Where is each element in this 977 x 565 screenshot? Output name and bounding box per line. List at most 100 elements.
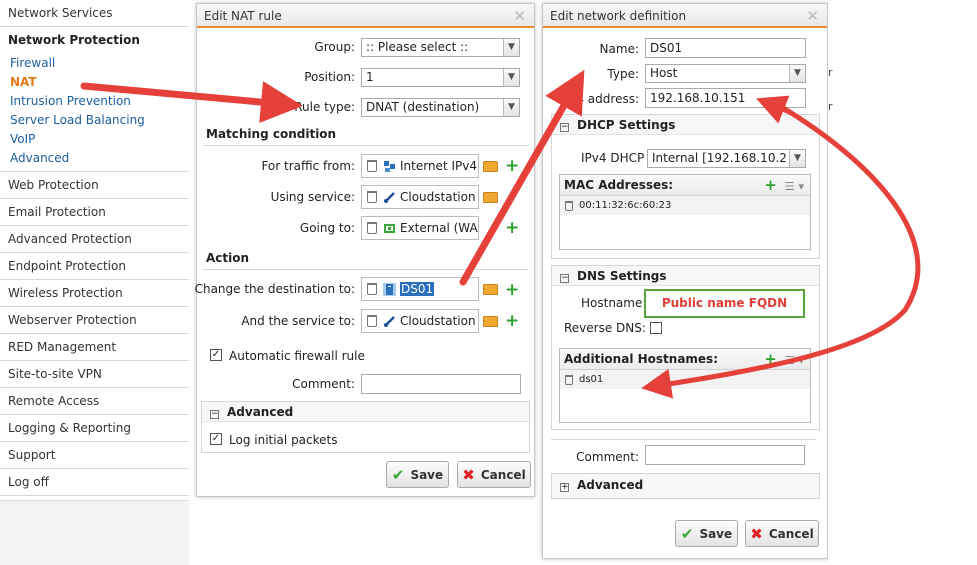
traffic-from-field[interactable]: Internet IPv4 [361, 154, 479, 178]
dns-settings-header[interactable]: − DNS Settings [552, 266, 819, 286]
trash-icon[interactable] [367, 283, 377, 295]
sidebar-subitem-nat[interactable]: NAT [0, 73, 189, 92]
add-icon[interactable]: + [505, 313, 519, 330]
sidebar-item-site-to-site-vpn[interactable]: Site-to-site VPN [0, 361, 189, 388]
list-options-icon[interactable]: ☰ ▾ [785, 354, 804, 367]
close-icon[interactable]: ✕ [513, 4, 526, 28]
sidebar-subitem-voip[interactable]: VoIP [0, 130, 189, 149]
sidebar-footer [0, 500, 189, 565]
sidebar-item-logging-reporting[interactable]: Logging & Reporting [0, 415, 189, 442]
auto-firewall-checkbox[interactable]: ✓ [210, 349, 222, 361]
ipv4-address-input[interactable]: 192.168.10.151 [645, 88, 806, 108]
additional-hostname-value: ds01 [579, 374, 604, 385]
cross-icon: ✖ [462, 465, 475, 484]
netdef-dialog-title-text: Edit network definition [550, 9, 687, 23]
advanced-panel-header[interactable]: − Advanced [202, 402, 529, 422]
sidebar-item-webserver-protection[interactable]: Webserver Protection [0, 307, 189, 334]
network-definition-dialog: Edit network definition ✕ Name: DS01 Typ… [542, 3, 828, 559]
cancel-button[interactable]: ✖ Cancel [457, 461, 531, 488]
save-button[interactable]: ✔ Save [386, 461, 449, 488]
expand-icon[interactable]: + [560, 483, 569, 492]
collapse-icon[interactable]: − [210, 410, 219, 419]
trash-icon[interactable] [367, 191, 377, 203]
sidebar-subitem-advanced[interactable]: Advanced [0, 149, 189, 168]
add-icon[interactable]: + [505, 282, 519, 299]
position-select-value: 1 [366, 70, 374, 84]
chevron-down-icon: ▼ [789, 150, 805, 167]
sidebar-subitem-intrusion-prevention[interactable]: Intrusion Prevention [0, 92, 189, 111]
hostname-label: Hostname: [581, 296, 647, 310]
trash-icon[interactable] [565, 200, 573, 211]
check-icon: ✔ [680, 524, 694, 543]
rule-type-label: Rule type: [294, 100, 355, 114]
add-icon[interactable]: + [505, 158, 519, 175]
add-icon[interactable]: + [764, 350, 777, 368]
trash-icon[interactable] [367, 222, 377, 234]
sidebar-item-endpoint-protection[interactable]: Endpoint Protection [0, 253, 189, 280]
change-destination-field[interactable]: DS01 [361, 277, 479, 301]
name-input[interactable]: DS01 [645, 38, 806, 58]
sidebar-item-red-management[interactable]: RED Management [0, 334, 189, 361]
type-select[interactable]: Host ▼ [645, 64, 806, 83]
sidebar-subitem-firewall[interactable]: Firewall [0, 54, 189, 73]
comment-input[interactable] [645, 445, 805, 465]
ipv4-address-label: IPv4 address: [558, 92, 639, 106]
service-icon [384, 191, 395, 203]
and-service-field[interactable]: Cloudstation [361, 309, 479, 333]
position-select[interactable]: 1 ▼ [361, 68, 520, 87]
folder-icon[interactable] [483, 284, 498, 295]
comment-input[interactable] [361, 374, 521, 394]
add-icon[interactable]: + [764, 176, 777, 194]
sidebar-item-log-off[interactable]: Log off [0, 469, 189, 496]
sidebar-item-web-protection[interactable]: Web Protection [0, 172, 189, 199]
reverse-dns-checkbox[interactable] [650, 322, 662, 334]
collapse-icon[interactable]: − [560, 123, 569, 132]
advanced-header-text: Advanced [227, 405, 294, 419]
log-packets-checkbox[interactable]: ✓ [210, 433, 222, 445]
folder-icon[interactable] [483, 192, 498, 203]
group-label: Group: [314, 40, 355, 54]
cancel-button[interactable]: ✖ Cancel [745, 520, 819, 547]
folder-icon[interactable] [483, 316, 498, 327]
rule-type-select[interactable]: DNAT (destination) ▼ [361, 98, 520, 117]
sidebar-item-email-protection[interactable]: Email Protection [0, 199, 189, 226]
sidebar: Network Services Network Protection Fire… [0, 0, 189, 565]
cross-icon: ✖ [750, 524, 763, 543]
matching-condition-header: Matching condition [206, 127, 337, 141]
trash-icon[interactable] [367, 160, 377, 172]
going-to-field[interactable]: External (WAN [361, 216, 479, 240]
using-service-field[interactable]: Cloudstation [361, 185, 479, 209]
cancel-label: Cancel [768, 526, 814, 541]
save-button[interactable]: ✔ Save [675, 520, 738, 547]
group-select[interactable]: :: Please select :: ▼ [361, 38, 520, 57]
advanced-panel-header[interactable]: + Advanced [552, 474, 819, 498]
service-icon [384, 315, 395, 327]
sidebar-item-network-protection[interactable]: Network Protection [0, 27, 189, 54]
list-item[interactable]: ds01 [560, 370, 810, 389]
additional-hostnames-header: Additional Hostnames: + ☰ ▾ [560, 349, 810, 370]
comment-label: Comment: [292, 377, 355, 391]
trash-icon[interactable] [565, 374, 573, 385]
change-destination-value: DS01 [400, 282, 435, 296]
dhcp-settings-header[interactable]: − DHCP Settings [552, 115, 819, 135]
add-icon[interactable]: + [505, 220, 519, 237]
trash-icon[interactable] [367, 315, 377, 327]
sidebar-item-advanced-protection[interactable]: Advanced Protection [0, 226, 189, 253]
collapse-icon[interactable]: − [560, 274, 569, 283]
mac-addresses-header-text: MAC Addresses: [564, 178, 674, 192]
sidebar-item-support[interactable]: Support [0, 442, 189, 469]
type-select-value: Host [650, 66, 678, 80]
sidebar-item-remote-access[interactable]: Remote Access [0, 388, 189, 415]
sidebar-subitem-server-load-balancing[interactable]: Server Load Balancing [0, 111, 189, 130]
list-item[interactable]: 00:11:32:6c:60:23 [560, 196, 810, 215]
going-to-value: External (WAN [400, 221, 479, 235]
folder-icon[interactable] [483, 161, 498, 172]
close-icon[interactable]: ✕ [806, 4, 819, 28]
ipv4-dhcp-select[interactable]: Internal [192.168.10.2 - 1 ▼ [647, 149, 806, 168]
type-label: Type: [607, 67, 639, 81]
cancel-label: Cancel [480, 467, 526, 482]
change-destination-label: Change the destination to: [194, 282, 355, 296]
sidebar-item-wireless-protection[interactable]: Wireless Protection [0, 280, 189, 307]
list-options-icon[interactable]: ☰ ▾ [785, 180, 804, 193]
sidebar-item-network-services[interactable]: Network Services [0, 0, 189, 27]
